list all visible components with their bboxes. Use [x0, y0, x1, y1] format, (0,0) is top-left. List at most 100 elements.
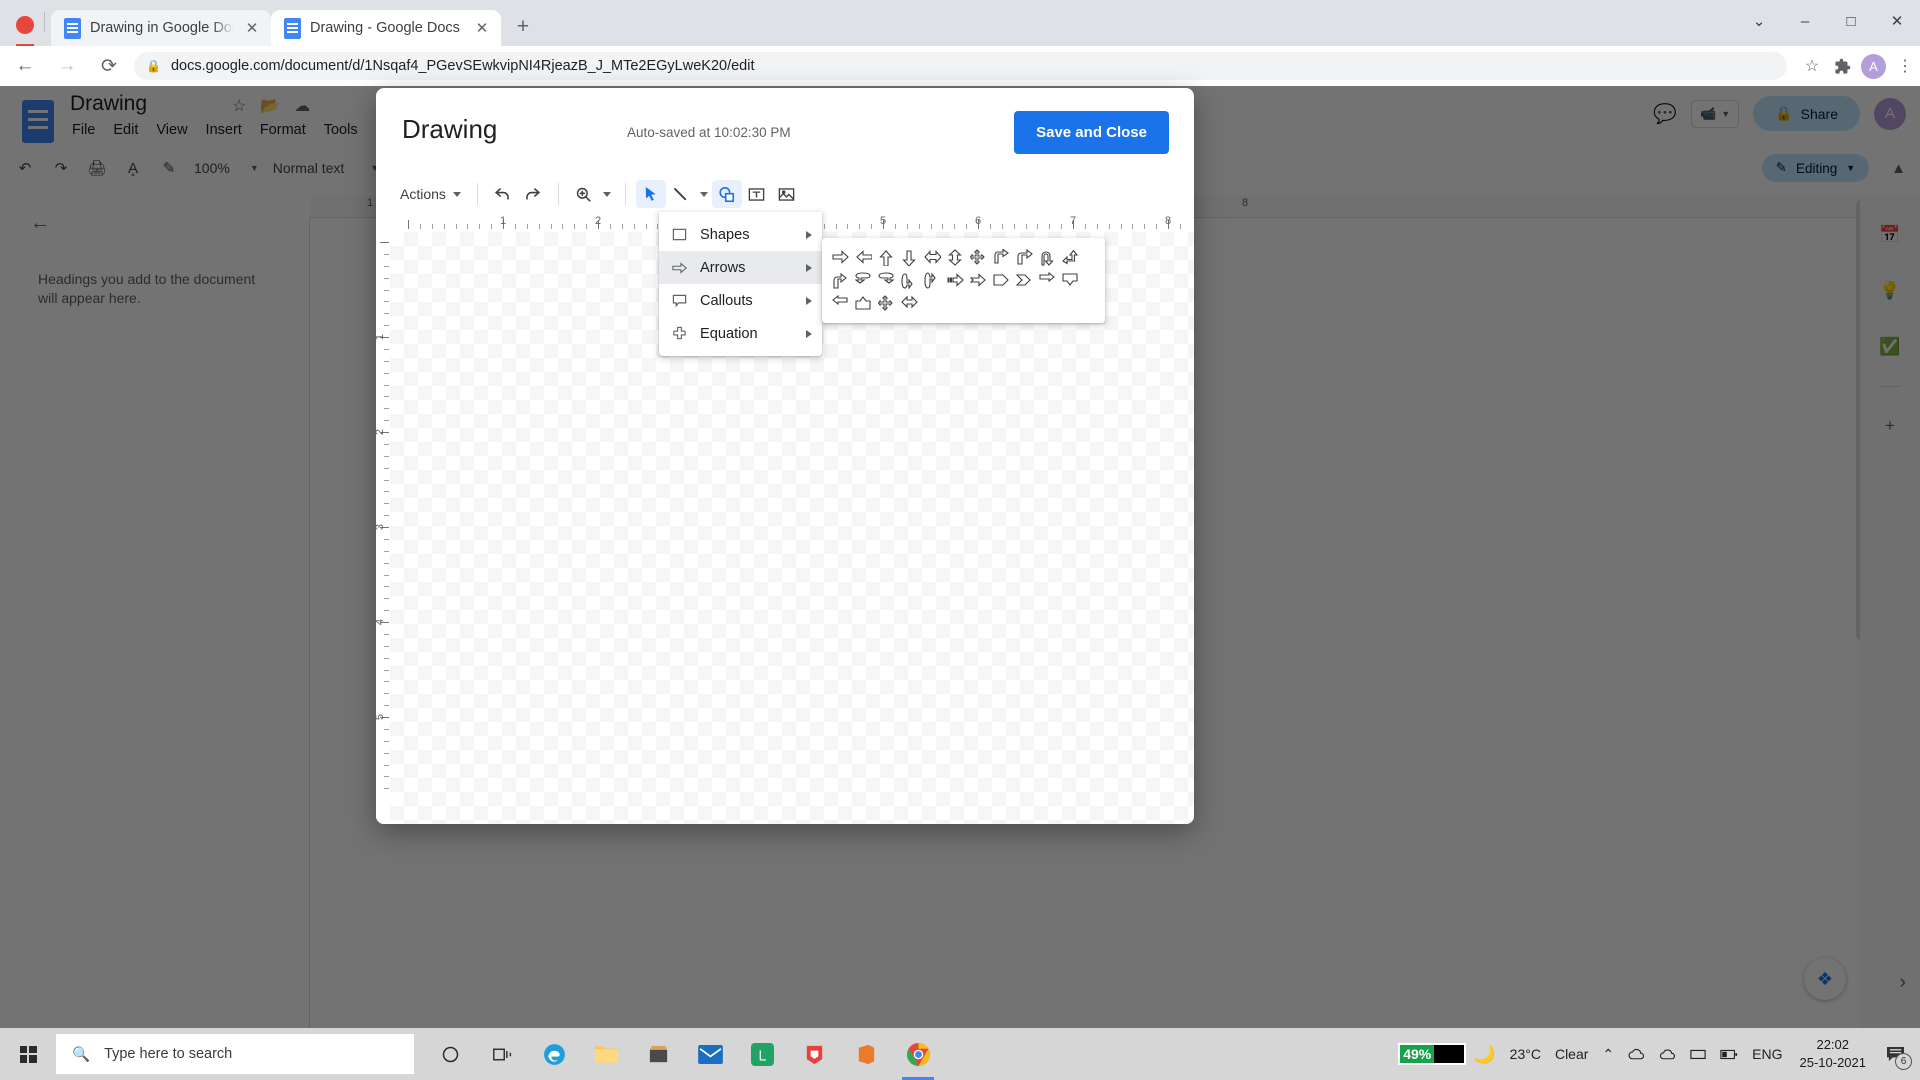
store-icon[interactable] [634, 1028, 682, 1080]
drawing-toolbar: Actions [376, 174, 1194, 214]
arrow-up-down-icon[interactable] [944, 246, 967, 269]
arrow-curved-right-icon[interactable] [852, 269, 875, 292]
close-window-button[interactable]: ✕ [1874, 0, 1920, 42]
clock[interactable]: 22:02 25-10-2021 [1790, 1036, 1877, 1071]
submenu-arrow-icon [806, 263, 812, 272]
maximize-button[interactable]: □ [1828, 0, 1874, 42]
ruler-tick [847, 224, 849, 229]
minimize-button[interactable]: – [1782, 0, 1828, 42]
shape-menu-item-arrows[interactable]: Arrows [659, 251, 822, 284]
select-arrow-icon[interactable] [635, 180, 666, 208]
callout-arrow-up-icon[interactable] [852, 292, 875, 315]
callout-arrow-down-icon[interactable] [1059, 269, 1082, 292]
shape-menu-item-shapes[interactable]: Shapes [659, 218, 822, 251]
zoom-dropdown-caret[interactable] [599, 180, 615, 208]
task-view-icon[interactable] [478, 1028, 526, 1080]
image-icon[interactable] [772, 180, 802, 208]
chevron-down-icon[interactable]: ⌄ [1736, 0, 1782, 42]
browser-tab-strip: Drawing in Google Docs - Google ✕ Drawin… [0, 0, 1920, 56]
line-dropdown-caret[interactable] [696, 180, 712, 208]
network-icon[interactable] [1683, 1047, 1713, 1061]
arrow-curved-up-icon[interactable] [898, 269, 921, 292]
close-icon[interactable]: ✕ [473, 19, 491, 37]
actions-menu-button[interactable]: Actions [394, 182, 467, 206]
profile-avatar[interactable]: A [1861, 53, 1886, 79]
cortana-circle-icon[interactable] [426, 1028, 474, 1080]
text-box-icon[interactable] [742, 180, 772, 208]
onedrive-icon[interactable] [1621, 1047, 1652, 1062]
weather-temp[interactable]: 23°C [1503, 1046, 1548, 1062]
battery-indicator[interactable]: 49% [1398, 1043, 1467, 1065]
shape-menu-item-callouts[interactable]: Callouts [659, 284, 822, 317]
chrome-menu-icon[interactable]: ⋮ [1890, 51, 1920, 81]
arrow-left-right-callout-icon[interactable] [898, 292, 921, 315]
taskbar-search-box[interactable]: 🔍 Type here to search [56, 1034, 414, 1074]
arrow-left-icon[interactable] [852, 246, 875, 269]
arrow-bent-icon[interactable] [1013, 246, 1036, 269]
drawing-dialog-title: Drawing [402, 114, 498, 144]
shape-menu-label: Arrows [700, 259, 746, 276]
arrow-left-right-icon[interactable] [921, 246, 944, 269]
close-icon[interactable]: ✕ [243, 19, 261, 37]
windows-icon[interactable] [0, 1028, 56, 1080]
arrow-down-icon[interactable] [898, 246, 921, 269]
new-tab-button[interactable]: + [509, 13, 537, 41]
ruler-tick [930, 224, 932, 229]
shape-icon[interactable] [711, 180, 742, 208]
arrow-up-icon[interactable] [875, 246, 898, 269]
chrome-browser-window: Drawing in Google Docs - Google ✕ Drawin… [0, 0, 1920, 1080]
ruler-tick [384, 384, 389, 386]
arrow-right-icon[interactable] [829, 246, 852, 269]
arrow-u-turn-icon[interactable] [1036, 246, 1059, 269]
cloud-icon[interactable] [1652, 1047, 1683, 1062]
bookmark-star-icon[interactable]: ☆ [1797, 51, 1827, 81]
search-icon: 🔍 [72, 1046, 91, 1063]
edge-icon[interactable] [530, 1028, 578, 1080]
notification-center-icon[interactable]: 6 [1876, 1028, 1914, 1080]
callout-arrow-left-icon[interactable] [829, 292, 852, 315]
weather-condition[interactable]: Clear [1548, 1046, 1595, 1062]
reload-icon[interactable]: ⟳ [92, 49, 126, 83]
ruler-tick [384, 740, 389, 742]
arrow-bent-double-icon[interactable] [829, 269, 852, 292]
undo-icon[interactable] [488, 180, 518, 208]
battery-tray-icon[interactable] [1713, 1049, 1745, 1060]
arrow-curved-down-icon[interactable] [921, 269, 944, 292]
zoom-icon[interactable] [569, 180, 599, 208]
address-bar[interactable]: 🔒 docs.google.com/document/d/1Nsqaf4_PGe… [134, 52, 1787, 80]
canvas-ruler-left[interactable]: 1 2 3 4 5 [376, 232, 390, 824]
line-icon[interactable] [666, 180, 696, 208]
arrow-bent-up-icon[interactable] [990, 246, 1013, 269]
ruler-number-left: 2 [376, 429, 386, 435]
l-app-icon[interactable]: L [738, 1028, 786, 1080]
arrow-quad-callout-icon[interactable] [875, 292, 898, 315]
m-app-icon[interactable] [790, 1028, 838, 1080]
arrow-quad-icon[interactable] [967, 246, 990, 269]
chrome-icon[interactable] [894, 1028, 942, 1080]
mail-icon[interactable] [686, 1028, 734, 1080]
language-indicator[interactable]: ENG [1745, 1046, 1789, 1062]
browser-tab-1[interactable]: Drawing in Google Docs - Google ✕ [51, 10, 271, 46]
save-and-close-button[interactable]: Save and Close [1014, 111, 1169, 154]
puzzle-icon[interactable] [1827, 51, 1857, 81]
arrow-notched-right-icon[interactable] [967, 269, 990, 292]
file-explorer-icon[interactable] [582, 1028, 630, 1080]
tab-title: Drawing in Google Docs - Google [90, 20, 234, 36]
arrow-pentagon-icon[interactable] [990, 269, 1013, 292]
office-icon[interactable] [842, 1028, 890, 1080]
redo-icon[interactable] [518, 180, 548, 208]
forward-icon[interactable]: → [50, 49, 84, 83]
arrow-curved-left-icon[interactable] [875, 269, 898, 292]
arrow-chevron-icon[interactable] [1013, 269, 1036, 292]
screen-recording-indicator [16, 16, 34, 34]
browser-tab-2[interactable]: Drawing - Google Docs ✕ [271, 10, 501, 46]
ruler-tick [384, 610, 389, 612]
back-icon[interactable]: ← [8, 49, 42, 83]
arrow-striped-right-icon[interactable] [944, 269, 967, 292]
ruler-tick [419, 224, 421, 229]
show-hidden-icons-chevron[interactable]: ⌃ [1595, 1046, 1621, 1063]
arrow-left-up-icon[interactable] [1059, 246, 1082, 269]
shape-menu-item-equation[interactable]: Equation [659, 317, 822, 350]
callout-arrow-right-icon[interactable] [1036, 269, 1059, 292]
ruler-tick [380, 242, 389, 243]
